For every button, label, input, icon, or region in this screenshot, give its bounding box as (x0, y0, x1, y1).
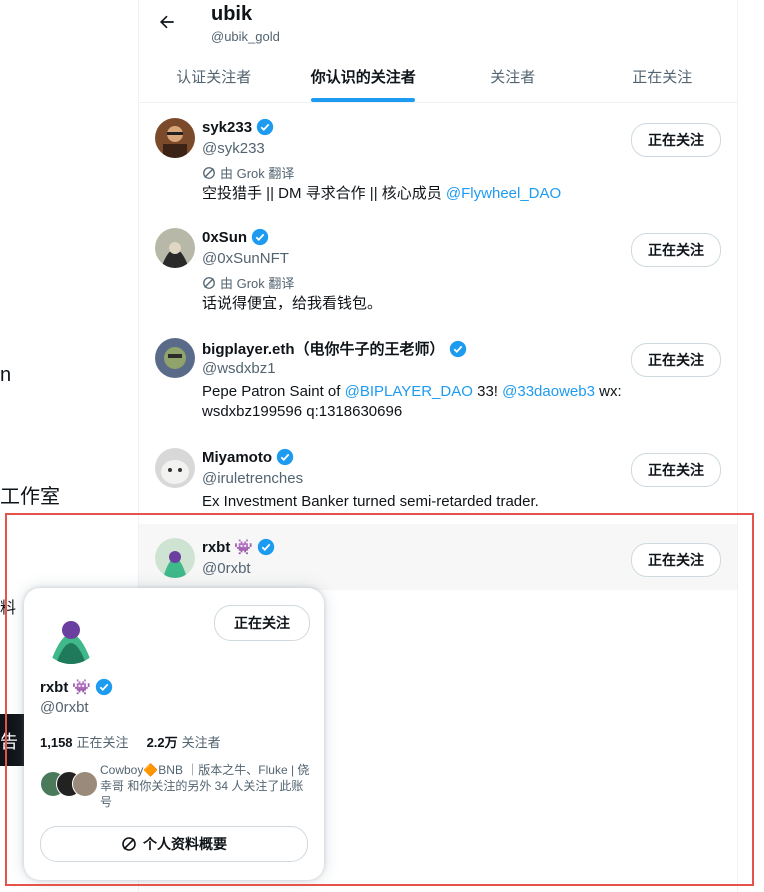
avatar (72, 771, 98, 797)
verified-badge-icon (449, 340, 466, 357)
grok-icon (203, 276, 215, 289)
profile-hover-card: 正在关注 rxbt 👾 @0rxbt 1,158 正在关注 2.2万 关注者 Cow… (24, 588, 324, 880)
user-handle: @syk233 (202, 140, 265, 157)
alien-monster-emoji: 👾 (234, 539, 254, 556)
user-handle: @0xSunNFT (202, 250, 289, 267)
avatar[interactable] (155, 338, 195, 378)
mention-link[interactable]: @BIPLAYER_DAO (345, 383, 473, 400)
alien-monster-emoji: 👾 (72, 679, 92, 696)
verified-badge-icon (95, 678, 113, 696)
verified-badge-icon (256, 118, 274, 136)
tab-followers-you-know[interactable]: 你认识的关注者 (289, 50, 439, 102)
sidebar-text-fragment: n (0, 364, 12, 386)
user-name[interactable]: Miyamoto (202, 448, 294, 466)
profile-summary-button[interactable]: 个人资料概要 (40, 826, 308, 862)
translation-note: 由 Grok 翻译 (202, 163, 294, 182)
user-name[interactable]: rxbt 👾 (202, 538, 275, 556)
user-handle: @iruletrenches (202, 470, 304, 487)
verified-badge-icon (251, 228, 269, 246)
page-subtitle-handle: @ubik_gold (211, 29, 280, 44)
user-bio: Pepe Patron Saint of @BIPLAYER_DAO 33! @… (202, 383, 622, 420)
sidebar-text-fragment: 料 (0, 600, 17, 617)
user-bio: Ex Investment Banker turned semi-retarde… (202, 493, 539, 510)
following-button[interactable]: 正在关注 (631, 123, 721, 157)
hover-card-name[interactable]: rxbt 👾 (40, 678, 113, 696)
user-bio: 话说得便宜，给我看钱包。 (202, 295, 383, 312)
tab-followers[interactable]: 关注者 (438, 50, 588, 102)
list-item[interactable]: syk233 @syk233 由 Grok 翻译 空投猎手 || DM 寻求合作… (139, 104, 737, 214)
mention-link[interactable]: @Flywheel_DAO (446, 185, 561, 202)
user-handle: @wsdxbz1 (202, 360, 276, 377)
translation-note: 由 Grok 翻译 (202, 273, 294, 292)
page-title: ubik (211, 3, 253, 25)
mention-link[interactable]: @33daoweb3 (502, 383, 595, 400)
following-button[interactable]: 正在关注 (631, 543, 721, 577)
following-button[interactable]: 正在关注 (631, 453, 721, 487)
avatar[interactable] (155, 228, 195, 268)
verified-badge-icon (257, 538, 275, 556)
hover-card-stats: 1,158 正在关注 2.2万 关注者 (40, 732, 221, 751)
tab-following[interactable]: 正在关注 (588, 50, 738, 102)
mutual-followers-avatars (40, 771, 98, 797)
user-handle: @0rxbt (202, 560, 251, 577)
grok-icon (122, 837, 136, 851)
followers-count[interactable]: 2.2万 关注者 (147, 732, 221, 751)
list-item[interactable]: 0xSun @0xSunNFT 由 Grok 翻译 话说得便宜，给我看钱包。 正… (139, 214, 737, 324)
list-item[interactable]: bigplayer.eth（电你牛子的王老师） @wsdxbz1 Pepe Pa… (139, 324, 737, 434)
following-count[interactable]: 1,158 正在关注 (40, 732, 129, 751)
profile-header: ubik @ubik_gold (139, 0, 737, 50)
tab-verified-followers[interactable]: 认证关注者 (139, 50, 289, 102)
avatar[interactable] (155, 118, 195, 158)
back-arrow-icon[interactable] (153, 8, 181, 36)
following-button[interactable]: 正在关注 (631, 233, 721, 267)
tab-bar: 认证关注者 你认识的关注者 关注者 正在关注 (139, 50, 737, 103)
mutual-followers-text[interactable]: Cowboy🔶BNB ｜版本之牛、Fluke | 侥幸哥 和你关注的另外 34 … (100, 762, 310, 810)
avatar[interactable] (155, 448, 195, 488)
list-item[interactable]: Miyamoto @iruletrenches Ex Investment Ba… (139, 434, 737, 524)
following-button[interactable]: 正在关注 (631, 343, 721, 377)
avatar[interactable] (155, 538, 195, 578)
verified-badge-icon (276, 448, 294, 466)
following-button[interactable]: 正在关注 (214, 605, 310, 641)
user-bio: 空投猎手 || DM 寻求合作 || 核心成员 @Flywheel_DAO (202, 185, 562, 202)
grok-icon (203, 166, 215, 179)
sidebar-text-fragment: 工作室 (0, 486, 60, 508)
user-name[interactable]: bigplayer.eth（电你牛子的王老师） (202, 338, 467, 359)
user-name[interactable]: 0xSun (202, 228, 269, 246)
list-item[interactable]: rxbt 👾 @0rxbt 正在关注 (139, 524, 737, 590)
sidebar-dark-button-fragment[interactable]: 告 (0, 714, 24, 766)
hover-card-handle: @0rxbt (40, 699, 89, 716)
user-name[interactable]: syk233 (202, 118, 274, 136)
avatar[interactable] (40, 602, 102, 664)
